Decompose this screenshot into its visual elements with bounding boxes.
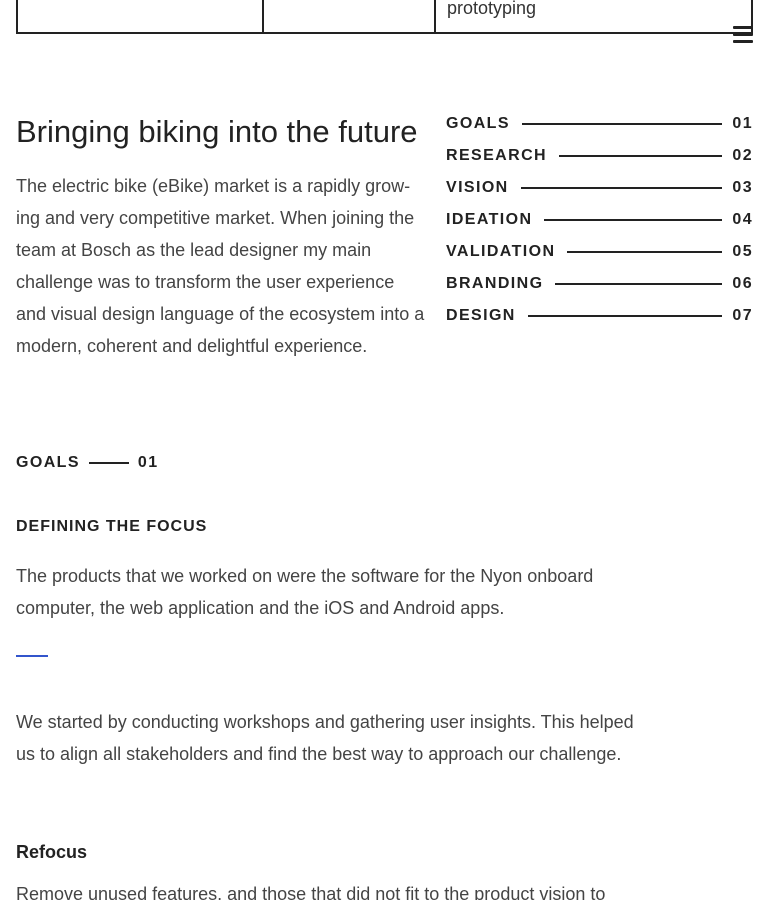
section-label: GOALS 01	[16, 453, 159, 473]
table-cell	[18, 0, 264, 32]
toc-divider	[521, 123, 723, 125]
toc-divider	[520, 187, 723, 189]
table-cell: prototyping	[447, 0, 537, 18]
toc-divider	[567, 251, 723, 253]
overview-table-row: prototyping	[16, 0, 753, 34]
toc-item-vision[interactable]: VISION 03	[446, 172, 753, 204]
toc-divider	[544, 219, 723, 221]
toc-item-label: VISION	[446, 179, 509, 196]
toc-item-design[interactable]: DESIGN 07	[446, 300, 753, 332]
intro-paragraph: The electric bike (eBike) market is a ra…	[16, 176, 425, 356]
toc-item-number: 05	[732, 243, 753, 260]
toc-item-research[interactable]: RESEARCH 02	[446, 140, 753, 172]
toc-divider	[559, 155, 723, 157]
section-paragraph: We started by conducting workshops and g…	[16, 712, 634, 764]
section-paragraph: The products that we worked on were the …	[16, 566, 594, 618]
toc-item-number: 04	[732, 211, 753, 228]
toc-item-label: DESIGN	[446, 307, 516, 324]
toc-item-branding[interactable]: BRANDING 06	[446, 268, 753, 300]
toc-item-ideation[interactable]: IDEATION 04	[446, 204, 753, 236]
accent-divider	[16, 655, 48, 657]
page-title: Bringing biking into the future	[16, 114, 418, 149]
table-of-contents: GOALS 01 RESEARCH 02 VISION 03 IDEATION 04 V…	[446, 108, 753, 332]
toc-item-label: GOALS	[446, 115, 510, 132]
hamburger-menu-icon[interactable]	[733, 26, 753, 44]
toc-item-number: 03	[732, 179, 753, 196]
toc-divider	[555, 283, 723, 285]
toc-item-number: 07	[732, 307, 753, 324]
toc-item-label: VALIDATION	[446, 243, 556, 260]
section-number: 01	[137, 454, 159, 471]
toc-item-number: 02	[732, 147, 753, 164]
toc-item-label: IDEATION	[446, 211, 533, 228]
toc-divider	[527, 315, 723, 317]
section-divider	[88, 462, 129, 464]
subsection-heading: Refocus	[16, 842, 88, 862]
section-paragraph: Remove unused features, and those that d…	[16, 884, 606, 900]
toc-item-validation[interactable]: VALIDATION 05	[446, 236, 753, 268]
section-heading: DEFINING THE FOCUS	[16, 518, 208, 535]
table-cell	[264, 0, 436, 32]
toc-item-number: 06	[732, 275, 753, 292]
toc-item-label: BRANDING	[446, 275, 544, 292]
toc-item-goals[interactable]: GOALS 01	[446, 108, 753, 140]
toc-item-label: RESEARCH	[446, 147, 547, 164]
section-label-text: GOALS	[16, 454, 80, 471]
toc-item-number: 01	[732, 115, 753, 132]
